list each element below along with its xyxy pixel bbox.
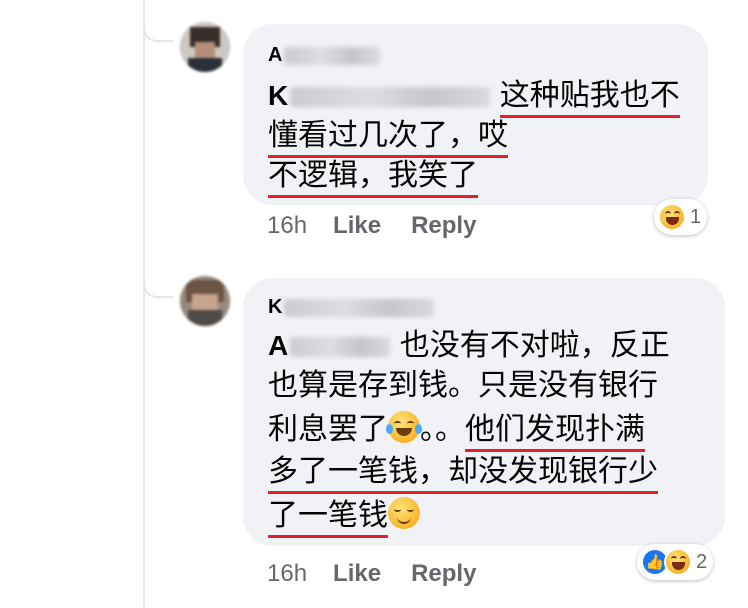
reaction-summary[interactable]: 1 <box>654 199 708 235</box>
underlined-text: 多了一笔钱，却没发现银行少 <box>268 454 658 494</box>
comment-text-line: K 这种贴我也不 <box>268 76 680 118</box>
timestamp[interactable]: 16h <box>267 560 307 588</box>
relieved-emoji-icon <box>388 497 420 529</box>
comment-text-line: 懂看过几次了，哎 <box>268 116 508 158</box>
thread-connector <box>143 14 173 42</box>
joy-emoji-icon <box>386 411 422 443</box>
author-name-blurred <box>284 298 435 317</box>
reaction-count: 1 <box>690 205 702 228</box>
comment-actions: 16h Like Reply <box>267 212 476 240</box>
reaction-count: 2 <box>696 550 708 573</box>
comment-author[interactable]: K <box>268 296 435 319</box>
author-name-blurred <box>284 46 381 65</box>
comment-text-line: 也算是存到钱。只是没有银行 <box>268 366 658 406</box>
comment-text-line: 不逻辑，我笑了 <box>268 156 478 198</box>
comment-text-line: 利息罢了 。。他们发现扑满 <box>268 410 645 452</box>
like-button[interactable]: Like <box>333 212 381 240</box>
underlined-text: 不逻辑，我笑了 <box>268 158 478 198</box>
underlined-text: 了一笔钱 <box>268 498 388 538</box>
comment-text-line: 了一笔钱 <box>268 496 420 538</box>
comment-text: 。。 <box>420 412 465 447</box>
underlined-text: 懂看过几次了，哎 <box>268 118 508 158</box>
mention-link[interactable]: A <box>268 330 391 361</box>
comment-text: 也算是存到钱。只是没有银行 <box>268 368 658 403</box>
reply-button[interactable]: Reply <box>411 212 476 240</box>
underlined-text: 他们发现扑满 <box>465 412 645 452</box>
reaction-summary[interactable]: 👍 2 <box>637 544 714 580</box>
author-name: K <box>268 296 283 318</box>
haha-icon <box>664 548 692 576</box>
avatar[interactable] <box>180 276 230 326</box>
comment-author[interactable]: A <box>268 44 381 67</box>
comment-text-line: 多了一笔钱，却没发现银行少 <box>268 452 658 494</box>
avatar[interactable] <box>180 22 230 72</box>
like-button[interactable]: Like <box>333 560 381 588</box>
haha-icon <box>658 203 686 231</box>
comment-text: 也没有不对啦，反正 <box>399 328 670 363</box>
reply-button[interactable]: Reply <box>411 560 476 588</box>
comment-text-line: A 也没有不对啦，反正 <box>268 326 670 366</box>
comment-text: 利息罢了 <box>268 412 388 447</box>
mention-link[interactable]: K <box>268 80 491 111</box>
author-name: A <box>268 44 283 66</box>
thread-line <box>143 0 145 608</box>
comment-actions: 16h Like Reply <box>267 560 476 588</box>
thread-connector <box>143 270 173 298</box>
underlined-text: 这种贴我也不 <box>499 78 680 118</box>
timestamp[interactable]: 16h <box>267 212 307 240</box>
